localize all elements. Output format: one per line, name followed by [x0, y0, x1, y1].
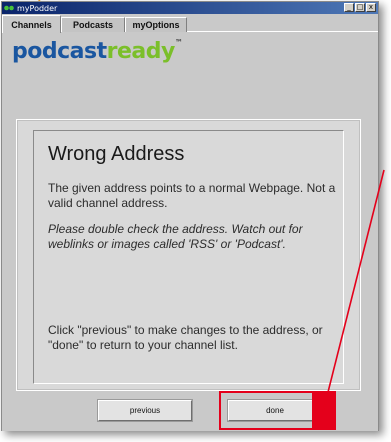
minimize-button[interactable]: _: [344, 3, 354, 12]
tab-myoptions[interactable]: myOptions: [125, 17, 187, 32]
channels-content: podcastready™ Wrong Address The given ad…: [2, 33, 378, 431]
podcastready-logo: podcastready™: [12, 38, 183, 64]
app-window: myPodder _ □ x Channels Podcasts myOptio…: [1, 1, 379, 431]
logo-word-podcast: podcast: [12, 39, 107, 64]
title-bar[interactable]: myPodder _ □ x: [2, 2, 378, 14]
previous-button[interactable]: previous: [98, 400, 192, 421]
done-button[interactable]: done: [228, 400, 322, 421]
app-icon: [4, 4, 14, 13]
close-button[interactable]: x: [366, 3, 376, 12]
message-card: Wrong Address The given address points t…: [33, 130, 344, 384]
tab-strip: Channels Podcasts myOptions: [2, 15, 378, 33]
tab-channels[interactable]: Channels: [2, 15, 61, 33]
message-instructions: Click "previous" to make changes to the …: [48, 323, 323, 352]
window-controls: _ □ x: [344, 3, 376, 12]
maximize-button[interactable]: □: [355, 3, 365, 12]
message-title: Wrong Address: [48, 143, 185, 165]
tab-podcasts[interactable]: Podcasts: [61, 17, 125, 32]
message-panel: Wrong Address The given address points t…: [16, 119, 361, 391]
message-body: The given address points to a normal Web…: [48, 181, 336, 210]
logo-trademark: ™: [174, 38, 183, 47]
window-title: myPodder: [17, 3, 58, 13]
logo-word-ready: ready: [106, 39, 176, 64]
message-hint: Please double check the address. Watch o…: [48, 222, 303, 251]
